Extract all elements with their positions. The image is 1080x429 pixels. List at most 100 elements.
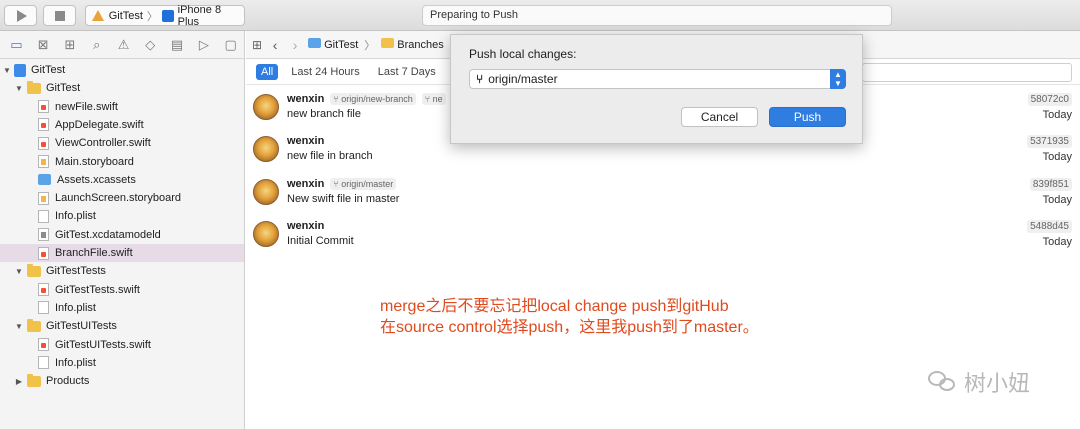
tree-item[interactable]: ▼ GitTestUITests [0, 317, 244, 335]
device-name: iPhone 8 Plus [177, 3, 222, 28]
annotation: merge之后不要忘记把local change push到gitHub 在so… [380, 296, 759, 338]
tree-item-label: AppDelegate.swift [55, 118, 144, 131]
forward-arrow-icon[interactable]: › [288, 37, 302, 53]
navigator-tabs: ▭ ⊠ ⊞ ⌕ ⚠ ◇ ▤ ▷ ▢ [0, 31, 244, 59]
disclosure-open-icon[interactable]: ▼ [14, 84, 24, 93]
tree-item-label: GitTest [31, 64, 66, 76]
commit-message: new branch file [287, 108, 361, 120]
avatar [253, 94, 279, 120]
tree-item-label: Assets.xcassets [57, 173, 136, 186]
storyboard-file-icon [38, 191, 49, 205]
tree-item-label: GitTest [46, 82, 81, 95]
tree-item-label: LaunchScreen.storyboard [55, 192, 181, 205]
tree-item[interactable]: Main.storyboard [0, 153, 244, 171]
commit-sha: 58072c0 [1027, 93, 1072, 106]
tree-item[interactable]: ▼ GitTest [0, 61, 244, 79]
filter-all[interactable]: All [256, 63, 279, 80]
tree-item[interactable]: ▼ GitTest [0, 79, 244, 97]
tree-item[interactable]: newFile.swift [0, 98, 244, 116]
play-icon [17, 10, 27, 22]
tree-item-label: GitTestTests.swift [55, 283, 140, 296]
scheme-selector[interactable]: GitTest 〉 iPhone 8 Plus [85, 3, 245, 28]
storyboard-file-icon [38, 155, 49, 168]
hierarchy-icon[interactable]: ⊞ [57, 35, 84, 55]
plist-file-icon [38, 356, 49, 370]
plist-file-icon [38, 301, 49, 315]
swift-file-icon [38, 118, 49, 132]
tree-item[interactable]: AppDelegate.swift [0, 116, 244, 134]
annotation-line-2: 在source control选择push，这里我push到了master。 [380, 319, 759, 336]
branch-tag: ⑂ origin/master [330, 177, 397, 190]
chevron-right-icon: 〉 [364, 39, 376, 52]
scheme-name: GitTest [108, 9, 143, 22]
debug-icon[interactable]: ▤ [164, 35, 191, 55]
filter-last-24-hours[interactable]: Last 24 Hours [286, 64, 364, 80]
repo-icon [308, 38, 322, 48]
grid-icon[interactable]: ⊞ [252, 38, 262, 52]
stop-button[interactable] [43, 5, 76, 26]
commit-date: Today [1042, 235, 1072, 248]
commit-row[interactable]: wenxin ⑂ origin/master New swift file in m… [246, 175, 1080, 217]
source-control-icon[interactable]: ⊠ [30, 35, 57, 55]
tree-item[interactable]: GitTestTests.swift [0, 281, 244, 299]
remote-branch-select[interactable]: ⑂ origin/master ▲ ▼ [469, 69, 846, 89]
jumpbar-project[interactable]: GitTest [308, 38, 358, 51]
commit-author: wenxin ⑂ origin/master [287, 177, 397, 190]
warning-icon[interactable]: ⚠ [110, 35, 137, 55]
commit-date: Today [1042, 193, 1072, 206]
breakpoint-icon[interactable]: ▷ [190, 35, 217, 55]
annotation-line-1: merge之后不要忘记把local change push到gitHub [380, 298, 729, 315]
device-icon [161, 9, 174, 22]
commit-date: Today [1042, 109, 1072, 121]
swift-file-icon [38, 246, 49, 260]
test-icon[interactable]: ◇ [137, 35, 164, 55]
folder-icon [27, 80, 41, 94]
tree-item[interactable]: GitTestUITests.swift [0, 336, 244, 354]
tree-item[interactable]: Assets.xcassets [0, 171, 244, 189]
search-input[interactable] [862, 63, 1072, 82]
swift-file-icon [38, 136, 49, 150]
disclosure-open-icon[interactable]: ▼ [14, 322, 24, 331]
commit-author: wenxin [287, 219, 325, 232]
tree-item[interactable]: GitTest.xcdatamodeld [0, 226, 244, 244]
commit-author: wenxin [287, 135, 325, 148]
tree-item-label: BranchFile.swift [55, 247, 133, 259]
disclosure-closed-icon[interactable]: ▶ [14, 377, 24, 386]
commit-row[interactable]: wenxin Initial Commit 5488d45 Today [246, 217, 1080, 259]
swift-file-icon [38, 338, 49, 351]
tree-item[interactable]: LaunchScreen.storyboard [0, 189, 244, 207]
project-navigator: ▭ ⊠ ⊞ ⌕ ⚠ ◇ ▤ ▷ ▢ ▼ GitTest ▼ GitTest newFil… [0, 31, 245, 429]
tree-item[interactable]: Info.plist [0, 354, 244, 372]
swift-file-icon [38, 283, 49, 297]
folder-icon [27, 318, 41, 332]
jumpbar-section[interactable]: Branches [381, 38, 444, 51]
project-icon [14, 63, 26, 77]
push-button[interactable]: Push [769, 107, 846, 127]
tree-item[interactable]: ▼ GitTestTests [0, 262, 244, 280]
branch-icon: ⑂ [476, 72, 484, 86]
search-icon[interactable]: ⌕ [83, 35, 110, 55]
tree-item-label: Main.storyboard [55, 155, 134, 168]
folder-icon [27, 263, 41, 277]
tree-item-label: Info.plist [55, 356, 96, 369]
tree-item[interactable]: Info.plist [0, 207, 244, 225]
disclosure-open-icon[interactable]: ▼ [14, 267, 24, 276]
tree-item[interactable]: ▶ Products [0, 372, 244, 390]
commit-date: Today [1042, 151, 1072, 164]
folder-icon[interactable]: ▭ [3, 35, 30, 55]
tree-item-label: ViewController.swift [55, 137, 151, 150]
folder-icon [27, 373, 41, 387]
filter-last-7-days[interactable]: Last 7 Days [373, 64, 441, 80]
branch-tag: ⑂ origin/new-branch [330, 93, 416, 105]
tree-item[interactable]: ViewController.swift [0, 134, 244, 152]
disclosure-open-icon[interactable]: ▼ [2, 66, 12, 75]
tree-item-label: Info.plist [55, 301, 96, 314]
avatar [253, 136, 279, 163]
tree-item[interactable]: Info.plist [0, 299, 244, 317]
run-button[interactable] [4, 5, 37, 26]
tree-item[interactable]: BranchFile.swift [0, 244, 244, 262]
cancel-button[interactable]: Cancel [681, 107, 758, 127]
report-icon[interactable]: ▢ [217, 35, 244, 55]
back-arrow-icon[interactable]: ‹ [268, 37, 282, 53]
tree-item-label: GitTestTests [46, 265, 106, 278]
